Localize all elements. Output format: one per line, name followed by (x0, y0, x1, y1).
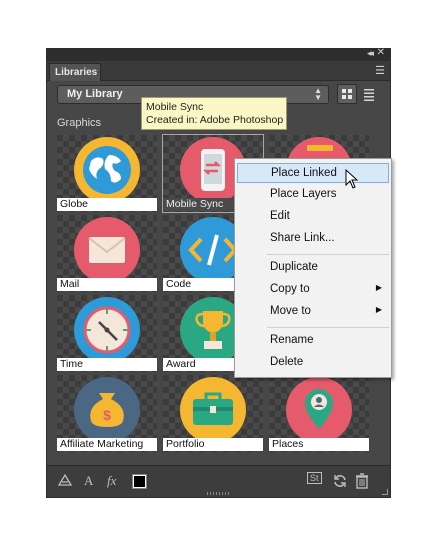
mouse-cursor-icon (345, 169, 359, 189)
money-bag-icon: $ (74, 377, 140, 443)
graphic-tile-affiliate-marketing[interactable]: $ Affiliate Marketing (57, 375, 157, 452)
tile-label: Mail (57, 278, 157, 291)
menu-separator (267, 327, 389, 328)
tooltip: Mobile Sync Created in: Adobe Photoshop (141, 97, 287, 130)
trash-icon[interactable] (355, 473, 369, 492)
briefcase-icon (180, 377, 246, 443)
menu-item-duplicate[interactable]: Duplicate (237, 258, 389, 278)
menu-item-move-to[interactable]: Move to ▶ (237, 302, 389, 322)
add-character-style-icon[interactable]: A (84, 473, 93, 489)
updown-arrows-icon: ▲ ▼ (314, 86, 322, 102)
list-view-button[interactable] (359, 84, 379, 104)
graphic-tile-time[interactable]: Time (57, 295, 157, 372)
menu-item-rename[interactable]: Rename (237, 331, 389, 351)
tile-label: Globe (57, 198, 157, 211)
panel-menu-icon[interactable]: ☰ (375, 64, 385, 77)
tile-label: Affiliate Marketing (57, 438, 157, 451)
tooltip-detail: Created in: Adobe Photoshop (146, 114, 284, 126)
adobe-stock-icon[interactable]: St (307, 472, 322, 484)
clock-icon (74, 297, 140, 363)
graphic-tile-mail[interactable]: Mail (57, 215, 157, 292)
add-graphic-icon[interactable] (57, 473, 73, 490)
tile-label: Places (269, 438, 369, 451)
panel-tab-row: Libraries ☰ (47, 61, 390, 81)
submenu-arrow-icon: ▶ (375, 305, 382, 314)
globe-icon (74, 137, 140, 203)
panel-resize-grip[interactable] (207, 492, 231, 495)
library-selector-value: My Library (67, 88, 123, 100)
menu-item-place-layers[interactable]: Place Layers (237, 185, 389, 205)
menu-item-share-link[interactable]: Share Link... (237, 229, 389, 249)
section-label-graphics: Graphics (57, 117, 102, 129)
menu-item-delete[interactable]: Delete (237, 353, 389, 373)
panel-title-bar: ◂◂ ✕ (47, 47, 390, 61)
menu-item-edit[interactable]: Edit (237, 207, 389, 227)
panel-bottom-bar: A fx St (47, 465, 390, 497)
tile-label: Time (57, 358, 157, 371)
grid-view-icon (342, 89, 352, 99)
menu-item-copy-to[interactable]: Copy to ▶ (237, 280, 389, 300)
context-menu: Place Linked Place Layers Edit Share Lin… (234, 158, 392, 378)
graphic-tile-portfolio[interactable]: Portfolio (163, 375, 263, 452)
add-color-swatch[interactable] (132, 474, 147, 489)
collapse-icon[interactable]: ◂◂ (367, 48, 374, 59)
tile-label: Portfolio (163, 438, 263, 451)
add-layer-style-icon[interactable]: fx (107, 473, 116, 489)
tab-libraries[interactable]: Libraries (49, 63, 101, 81)
menu-separator (267, 254, 389, 255)
graphic-tile-globe[interactable]: Globe (57, 135, 157, 212)
grid-view-button[interactable] (337, 84, 357, 104)
list-view-icon (364, 89, 374, 101)
menu-item-place-linked[interactable]: Place Linked (237, 163, 389, 183)
resize-corner[interactable] (382, 489, 388, 495)
graphic-tile-places[interactable]: Places (269, 375, 369, 452)
submenu-arrow-icon: ▶ (375, 283, 382, 292)
svg-text:$: $ (103, 407, 111, 423)
mail-icon (74, 217, 140, 283)
sync-icon[interactable] (332, 473, 348, 492)
close-icon[interactable]: ✕ (377, 47, 385, 58)
tooltip-title: Mobile Sync (146, 101, 204, 113)
map-pin-icon (286, 377, 352, 443)
